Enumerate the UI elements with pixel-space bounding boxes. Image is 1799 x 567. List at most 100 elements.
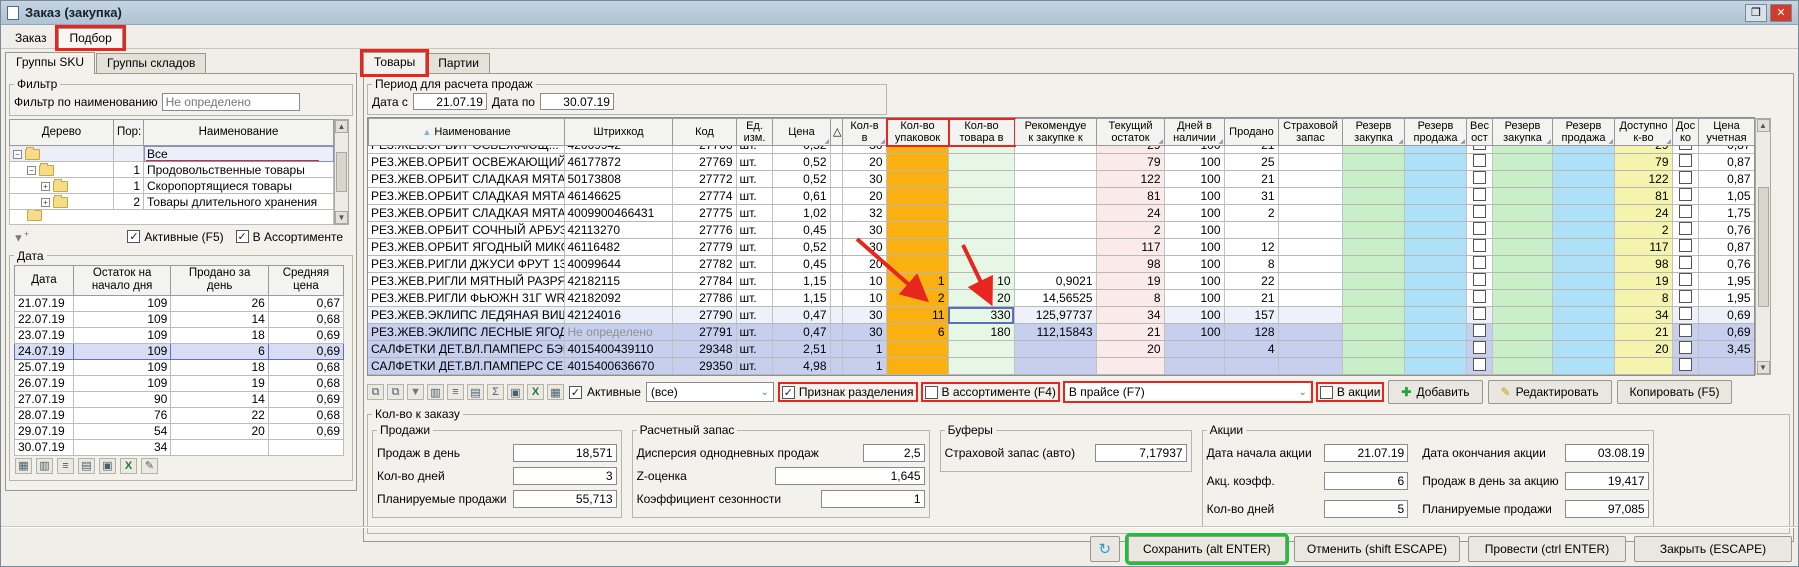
goods-cell[interactable]	[830, 154, 842, 171]
tree-col-header[interactable]: Пор:	[114, 120, 144, 146]
date-row[interactable]: 23.07.19109180,69	[15, 327, 344, 343]
goods-cell[interactable]: 20	[948, 290, 1014, 307]
goods-cell[interactable]: 100	[1164, 290, 1224, 307]
goods-cell[interactable]: 122	[1096, 171, 1164, 188]
goods-cell[interactable]	[1614, 358, 1672, 375]
goods-cell[interactable]	[1672, 154, 1698, 171]
goods-cell[interactable]: 10	[842, 273, 886, 290]
field-input[interactable]	[1095, 444, 1187, 462]
goods-cell[interactable]	[1492, 324, 1552, 341]
goods-cell[interactable]: 125,97737	[1014, 307, 1096, 324]
date-cell[interactable]: 0,69	[268, 391, 343, 407]
goods-cell[interactable]: 50173808	[564, 171, 672, 188]
goods-cell[interactable]: 0,69	[1698, 307, 1754, 324]
goods-row[interactable]: РЕЗ.ЖЕВ.ОРБИТ ОСВЕЖАЮЩ...4206994227766шт…	[368, 146, 1754, 154]
goods-cell[interactable]	[1466, 341, 1492, 358]
goods-cell[interactable]: 4015400636670	[564, 358, 672, 375]
goods-cell[interactable]: 330	[948, 307, 1014, 324]
goods-cell[interactable]: 46116482	[564, 239, 672, 256]
goods-cell[interactable]: 0,76	[1698, 256, 1754, 273]
goods-col-header[interactable]: Дней в наличии	[1165, 119, 1225, 146]
row-checkbox[interactable]	[1473, 239, 1486, 252]
goods-col-header[interactable]: Рекомендуе к закупке к	[1015, 119, 1097, 146]
row-checkbox[interactable]	[1679, 154, 1692, 167]
goods-cell[interactable]	[1342, 358, 1404, 375]
goods-cell[interactable]	[1492, 188, 1552, 205]
tree-order-cell[interactable]	[114, 146, 144, 162]
goods-cell[interactable]	[1552, 307, 1614, 324]
goods-cell[interactable]: 27791	[672, 324, 736, 341]
tree-row[interactable]: +2Товары длительного хранения	[10, 194, 334, 210]
date-cell[interactable]: 54	[73, 423, 170, 439]
goods-row[interactable]: РЕЗ.ЖЕВ.ОРБИТ СЛАДКАЯ МЯТА ...4009900466…	[368, 205, 1754, 222]
goods-cell[interactable]	[948, 256, 1014, 273]
goods-cell[interactable]: 0,52	[772, 154, 830, 171]
goods-row[interactable]: РЕЗ.ЖЕВ.ОРБИТ ОСВЕЖАЮЩИЙ Ц...46177872277…	[368, 154, 1754, 171]
goods-cell[interactable]: 42113270	[564, 222, 672, 239]
goods-cell[interactable]	[1492, 171, 1552, 188]
goods-row[interactable]: РЕЗ.ЖЕВ.РИГЛИ ДЖУСИ ФРУТ 13Г...400996442…	[368, 256, 1754, 273]
goods-cell[interactable]: 4,98	[772, 358, 830, 375]
date-cell[interactable]: 22.07.19	[15, 311, 74, 327]
goods-cell[interactable]: 4015400439110	[564, 341, 672, 358]
date-cell[interactable]: 30.07.19	[15, 439, 74, 455]
goods-cell[interactable]	[948, 239, 1014, 256]
field-input[interactable]	[821, 490, 925, 508]
goods-cell[interactable]: 98	[1614, 256, 1672, 273]
date-cell[interactable]: 109	[73, 327, 170, 343]
goods-col-header[interactable]: Код	[673, 119, 737, 146]
goods-cell[interactable]	[1466, 222, 1492, 239]
date-from-input[interactable]	[413, 93, 487, 110]
goods-cell[interactable]: 0,61	[772, 188, 830, 205]
goods-cell[interactable]	[1278, 256, 1342, 273]
goods-cell[interactable]: 11	[886, 307, 948, 324]
refresh-button[interactable]: ↻	[1090, 536, 1120, 562]
goods-cell[interactable]: 24	[1096, 205, 1164, 222]
goods-cell[interactable]	[1492, 239, 1552, 256]
scroll-thumb[interactable]	[336, 152, 347, 192]
goods-cell[interactable]: 0,87	[1698, 154, 1754, 171]
goods-cell[interactable]: 21	[1614, 324, 1672, 341]
goods-cell[interactable]	[830, 171, 842, 188]
goods-cell[interactable]	[1278, 273, 1342, 290]
rows-icon[interactable]: ▤	[467, 384, 484, 400]
goods-col-header[interactable]: Штрихкод	[565, 119, 673, 146]
goods-cell[interactable]	[1342, 324, 1404, 341]
tree-row[interactable]: −1Продовольственные товары	[10, 162, 334, 178]
goods-cell[interactable]: 81	[1614, 188, 1672, 205]
goods-cell[interactable]: 20	[1096, 341, 1164, 358]
goods-cell[interactable]: 21	[1224, 171, 1278, 188]
goods-cell[interactable]	[830, 222, 842, 239]
goods-cell[interactable]: 100	[1164, 171, 1224, 188]
goods-cell[interactable]: шт.	[736, 171, 772, 188]
goods-cell[interactable]	[830, 256, 842, 273]
filter-by-name-input[interactable]	[162, 93, 300, 111]
goods-cell[interactable]: 30	[842, 307, 886, 324]
goods-cell[interactable]: 27779	[672, 239, 736, 256]
goods-cell[interactable]: САЛФЕТКИ ДЕТ.ВЛ.ПАМПЕРС СЕН...	[368, 358, 564, 375]
goods-cell[interactable]	[1404, 324, 1466, 341]
goods-cell[interactable]: 117	[1614, 239, 1672, 256]
field-input[interactable]	[513, 444, 617, 462]
goods-cell[interactable]: 122	[1614, 171, 1672, 188]
field-input[interactable]	[513, 490, 617, 508]
goods-cell[interactable]: 32	[842, 205, 886, 222]
goods-cell[interactable]	[1278, 188, 1342, 205]
tab-goods[interactable]: Товары	[363, 52, 426, 74]
row-checkbox[interactable]	[1473, 171, 1486, 184]
goods-cell[interactable]: РЕЗ.ЖЕВ.ЭКЛИПС ЛЕДЯНАЯ ВИШН...	[368, 307, 564, 324]
goods-cell[interactable]	[1014, 222, 1096, 239]
date-cell[interactable]: 18	[171, 359, 268, 375]
goods-cell[interactable]: шт.	[736, 256, 772, 273]
row-checkbox[interactable]	[1679, 239, 1692, 252]
insert-child-icon[interactable]: ⧉	[387, 384, 404, 400]
date-row[interactable]: 22.07.19109140,68	[15, 311, 344, 327]
goods-cell[interactable]	[886, 222, 948, 239]
goods-cell[interactable]: 29	[1096, 146, 1164, 154]
date-col-header[interactable]: Дата	[15, 265, 74, 295]
scroll-down-icon[interactable]: ▼	[335, 211, 348, 224]
goods-col-header[interactable]: △	[831, 119, 843, 146]
goods-cell[interactable]: 19	[1096, 273, 1164, 290]
goods-cell[interactable]	[830, 290, 842, 307]
tree-col-header[interactable]: Наименование	[144, 120, 334, 146]
